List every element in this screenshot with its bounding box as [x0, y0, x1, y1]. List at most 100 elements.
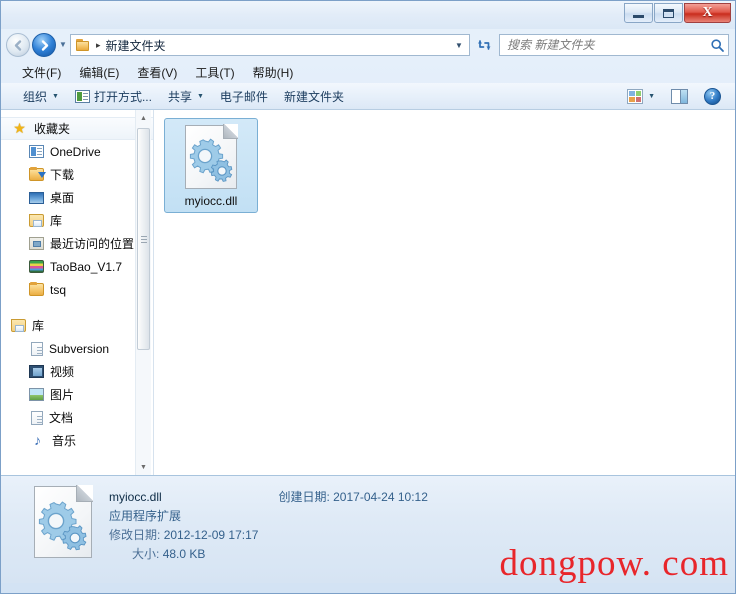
breadcrumb-current-folder[interactable]: 新建文件夹	[106, 37, 166, 54]
sidebar-item-label: 桌面	[50, 191, 75, 205]
sidebar-item-label: 最近访问的位置	[50, 237, 135, 251]
menu-bar: 文件(F) 编辑(E) 查看(V) 工具(T) 帮助(H)	[1, 61, 735, 83]
sidebar-item-videos[interactable]: 视频	[1, 360, 153, 383]
menu-view[interactable]: 查看(V)	[128, 62, 186, 83]
menu-file[interactable]: 文件(F)	[13, 62, 70, 83]
new-folder-button[interactable]: 新建文件夹	[276, 85, 352, 108]
scroll-down-button[interactable]: ▼	[136, 459, 151, 475]
organize-label: 组织	[23, 89, 48, 104]
library-icon	[11, 319, 26, 332]
command-bar: 组织 ▼ 打开方式... 共享 ▼ 电子邮件 新建文件夹 ▼ ?	[1, 83, 735, 110]
view-mode-button[interactable]: ▼	[619, 86, 663, 107]
menu-help[interactable]: 帮助(H)	[244, 62, 303, 83]
dll-gears-icon	[34, 485, 93, 558]
sidebar-item-taobao[interactable]: TaoBao_V1.7	[1, 255, 153, 278]
history-dropdown-button[interactable]: ▼	[56, 33, 70, 57]
refresh-button[interactable]	[473, 34, 495, 56]
downloads-folder-icon	[29, 167, 46, 181]
sidebar-item-label: 收藏夹	[34, 122, 71, 136]
open-with-button[interactable]: 打开方式...	[67, 85, 160, 108]
help-button[interactable]: ?	[696, 85, 729, 108]
sidebar-item-pictures[interactable]: 图片	[1, 383, 153, 406]
sidebar-item-music[interactable]: ♪ 音乐	[1, 429, 153, 452]
share-label: 共享	[167, 89, 192, 104]
chevron-down-icon: ▼	[196, 92, 204, 100]
details-file-name: myiocc.dll	[109, 490, 162, 504]
sidebar-item-label: 文档	[49, 411, 74, 425]
file-name-label: myiocc.dll	[184, 194, 238, 208]
document-icon	[31, 341, 43, 356]
forward-button[interactable]	[32, 33, 56, 57]
sidebar-item-label: 库	[50, 214, 63, 228]
breadcrumb-separator-icon: ▸	[96, 39, 101, 50]
document-icon	[31, 410, 43, 425]
close-button[interactable]: X	[684, 3, 731, 23]
new-folder-label: 新建文件夹	[283, 89, 344, 104]
recent-places-icon	[29, 237, 44, 250]
sidebar-item-label: tsq	[50, 282, 67, 297]
forward-arrow-icon	[41, 39, 48, 51]
onedrive-icon	[29, 145, 44, 158]
explorer-window: X ▼ ▸ 新建文件夹 ▼ 搜索 新建文件夹 文件(F) 编辑(E) 查看(V)…	[0, 0, 736, 594]
minimize-button[interactable]	[624, 3, 653, 23]
maximize-button[interactable]	[654, 3, 683, 23]
sidebar-item-downloads[interactable]: 下载	[1, 163, 153, 186]
details-file-type: 应用程序扩展	[109, 509, 182, 523]
share-button[interactable]: 共享 ▼	[160, 85, 212, 108]
minimize-icon	[633, 14, 644, 18]
details-modified-label: 修改日期:	[109, 528, 161, 542]
sidebar-item-label: OneDrive	[50, 144, 101, 159]
address-dropdown-button[interactable]: ▼	[451, 41, 467, 50]
sidebar-item-label: 库	[32, 319, 45, 333]
details-size-label: 大小:	[132, 547, 160, 561]
menu-tools[interactable]: 工具(T)	[186, 62, 243, 83]
dll-gears-icon	[185, 124, 238, 189]
folder-icon	[75, 38, 91, 52]
sidebar-item-libraries-fav[interactable]: 库	[1, 209, 153, 232]
watermark-text: dongpow. com	[499, 543, 729, 584]
navigation-tree: ★ 收藏夹 OneDrive 下载 桌面 库 最近访问的位置 TaoBao_V1…	[1, 110, 153, 452]
sidebar-scrollbar[interactable]: ▲ ▼	[135, 110, 151, 475]
refresh-icon	[477, 40, 490, 50]
sidebar-item-label: Subversion	[49, 341, 110, 356]
window-controls: X	[623, 3, 731, 24]
details-text-block: myiocc.dll 应用程序扩展 修改日期: 2012-12-09 17:17…	[109, 486, 258, 564]
email-label: 电子邮件	[219, 89, 268, 104]
sidebar-item-documents[interactable]: 文档	[1, 406, 153, 429]
sidebar-item-favorites[interactable]: ★ 收藏夹	[1, 117, 153, 140]
search-icon[interactable]	[710, 38, 725, 53]
close-icon: X	[702, 5, 713, 20]
sidebar-item-desktop[interactable]: 桌面	[1, 186, 153, 209]
file-list-pane[interactable]: myiocc.dll	[154, 110, 735, 475]
back-button[interactable]	[6, 33, 30, 57]
scrollbar-thumb[interactable]	[137, 128, 150, 350]
address-input[interactable]: ▸ 新建文件夹 ▼	[70, 34, 470, 56]
details-modified-value: 2012-12-09 17:17	[163, 528, 259, 542]
details-created-row: 创建日期: 2017-04-24 10:12	[278, 486, 427, 507]
preview-pane-button[interactable]	[663, 86, 696, 107]
open-with-label: 打开方式...	[93, 89, 152, 104]
email-button[interactable]: 电子邮件	[212, 85, 276, 108]
search-input[interactable]	[507, 38, 710, 52]
star-icon: ★	[13, 120, 26, 136]
music-note-icon: ♪	[34, 432, 41, 448]
sidebar-item-onedrive[interactable]: OneDrive	[1, 140, 153, 163]
application-icon	[74, 89, 90, 103]
menu-edit[interactable]: 编辑(E)	[70, 62, 128, 83]
sidebar-item-subversion[interactable]: Subversion	[1, 337, 153, 360]
details-pane: myiocc.dll 应用程序扩展 修改日期: 2012-12-09 17:17…	[1, 475, 735, 584]
sidebar-item-label: TaoBao_V1.7	[50, 259, 123, 274]
sidebar-item-recent-places[interactable]: 最近访问的位置	[1, 232, 153, 255]
file-item-myiocc-dll[interactable]: myiocc.dll	[164, 118, 258, 213]
search-box[interactable]	[499, 34, 729, 56]
library-icon	[29, 214, 44, 227]
sidebar-item-libraries[interactable]: 库	[1, 314, 153, 337]
organize-button[interactable]: 组织 ▼	[15, 85, 67, 108]
chevron-down-icon: ▼	[59, 40, 67, 49]
chevron-down-icon: ▼	[648, 92, 655, 100]
scroll-up-button[interactable]: ▲	[136, 110, 151, 126]
details-size-value: 48.0 KB	[162, 547, 206, 561]
sidebar-item-tsq[interactable]: tsq	[1, 278, 153, 301]
archive-icon	[29, 260, 44, 273]
back-arrow-icon	[14, 39, 21, 51]
